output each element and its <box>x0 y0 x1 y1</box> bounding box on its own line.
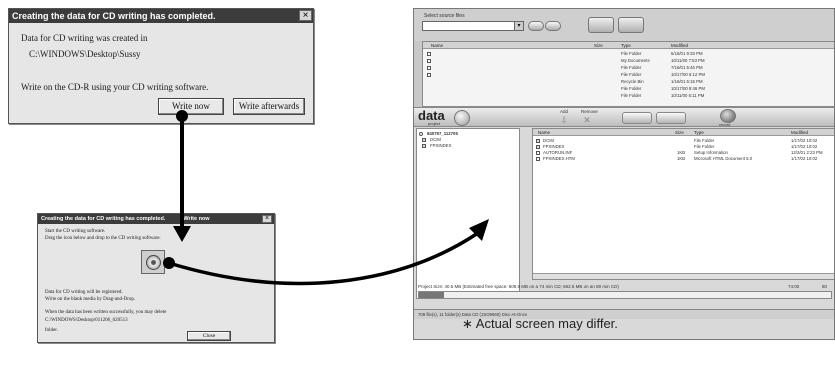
list-item[interactable]: File Folder 10/17/00 6:12 PM <box>423 72 834 77</box>
tree-item-root[interactable]: 840797_112705 <box>419 131 517 136</box>
list-item[interactable]: Recycle Bin 1/16/01 5:15 PM <box>423 79 834 84</box>
left-strip <box>414 41 422 107</box>
data-registered-text: Data for CD writing will be registered. <box>45 290 123 295</box>
write-now-dialog: Creating the data for CD writing has com… <box>37 213 275 343</box>
add-label: Add <box>560 109 569 114</box>
col-modified[interactable]: Modified <box>671 43 688 48</box>
folder-icon <box>536 138 541 143</box>
view-button-2[interactable] <box>618 17 644 33</box>
list-item[interactable]: File Folder 10/17/00 9:46 PM <box>423 86 834 91</box>
file-icon <box>536 150 541 155</box>
source-file-list[interactable]: Name Size Type Modified File Folder 6/16… <box>422 41 834 107</box>
list-item[interactable]: File Folder 7/16/01 5:46 PM <box>423 65 834 70</box>
write-afterwards-button[interactable]: Write afterwards <box>233 98 305 115</box>
close-icon[interactable]: × <box>262 215 272 223</box>
disc-icon <box>454 110 470 126</box>
list-item[interactable]: My Documents 10/11/00 7:53 PM <box>423 58 834 63</box>
project-size-text: Project Size: 40.5 MB (Estimated free sp… <box>418 284 619 289</box>
drag-and-drop-text: Write on the blank media by Drag-and-Dro… <box>45 297 136 302</box>
cd-icon <box>419 131 424 136</box>
delete-info-text: When the data has been written successfu… <box>45 310 167 315</box>
write-now-button[interactable]: Write now <box>158 98 224 115</box>
col-size[interactable]: Size <box>675 130 684 135</box>
folder-icon <box>536 144 541 149</box>
record-label: record <box>719 122 731 127</box>
col-name[interactable]: Name <box>431 43 443 48</box>
project-folder-tree[interactable]: 840797_112705 DCIM FPXINDEX <box>416 128 520 299</box>
delete-path-text: C:\WINDOWS\Desktop\011206_020513 <box>45 318 128 323</box>
screen-disclaimer-note: ∗ Actual screen may differ. <box>462 316 618 331</box>
tree-item-fpxindex[interactable]: FPXINDEX <box>419 143 517 148</box>
timeline-label-74: 74:00 <box>788 284 800 289</box>
source-toolbar: Select source files ▾ <box>414 9 834 41</box>
file-icon <box>536 156 541 161</box>
brand-sub: project <box>428 121 441 126</box>
table-row[interactable]: FPXINDEX File Folder 1/17/02 10:02 <box>533 144 834 149</box>
start-software-text: Start the CD writing software. <box>45 229 106 234</box>
col-modified[interactable]: Modified <box>791 130 808 135</box>
file-icon <box>427 65 432 70</box>
drag-cd-icon[interactable] <box>141 250 165 274</box>
project-toolbar: data project Add Remove ⇩ ✕ record <box>414 107 834 127</box>
capacity-bar <box>418 291 832 299</box>
folder-icon <box>422 137 427 142</box>
list-item[interactable]: File Folder 10/11/00 6:11 PM <box>423 93 834 98</box>
dialog-title: Creating the data for CD writing has com… <box>12 11 216 21</box>
settings-button[interactable] <box>656 112 686 124</box>
dialog-title-tail: Write now <box>183 216 210 222</box>
source-dropdown[interactable]: ▾ <box>422 21 524 31</box>
source-list-header: Name Size Type Modified <box>423 42 834 49</box>
capacity-fill <box>419 292 444 298</box>
remove-label: Remove <box>581 109 598 114</box>
select-source-label: Select source files <box>424 13 465 19</box>
col-name[interactable]: Name <box>538 130 550 135</box>
close-icon[interactable]: × <box>299 10 312 21</box>
created-in-text: Data for CD writing was created in <box>21 33 148 43</box>
properties-button[interactable] <box>622 112 652 124</box>
col-type[interactable]: Type <box>694 130 704 135</box>
timeline-label-80: 80 <box>822 284 828 289</box>
forward-button[interactable] <box>545 21 561 31</box>
close-button[interactable]: Close <box>187 331 231 341</box>
drag-icon-text: Drag the icon below and drop to the CD w… <box>45 236 161 241</box>
table-row[interactable]: AUTORUN.INF 1KB Setup Information 12/2/0… <box>533 150 834 155</box>
remove-button[interactable]: ✕ <box>581 116 593 126</box>
output-path-text: C:\WINDOWS\Desktop\Sussy <box>29 49 141 59</box>
view-button-1[interactable] <box>588 17 614 33</box>
folder-icon <box>422 143 427 148</box>
col-type[interactable]: Type <box>621 43 631 48</box>
table-row[interactable]: FPXINDEX.HTM 1KB Microsoft HTML Document… <box>533 156 834 161</box>
dialog-title-bar: Creating the data for CD writing has com… <box>9 9 313 23</box>
horizontal-scrollbar[interactable] <box>533 273 834 279</box>
cd-data-complete-dialog: Creating the data for CD writing has com… <box>8 8 314 124</box>
col-size[interactable]: Size <box>594 43 603 48</box>
dialog-title-bar: Creating the data for CD writing has com… <box>38 214 274 224</box>
chevron-down-icon: ▾ <box>514 22 523 30</box>
file-icon <box>427 58 432 63</box>
dialog-title: Creating the data for CD writing has com… <box>41 216 166 222</box>
list-item[interactable]: File Folder 6/16/01 9:33 PM <box>423 51 834 56</box>
file-icon <box>427 72 432 77</box>
back-button[interactable] <box>528 21 544 31</box>
table-row[interactable]: DCIM File Folder 1/17/02 10:02 <box>533 138 834 143</box>
cd-disc-icon <box>146 255 161 270</box>
cd-writing-app-window: Select source files ▾ Name Size Type Mod… <box>413 8 835 340</box>
file-icon <box>427 51 432 56</box>
file-list-header: Name Size Type Modified <box>533 129 834 136</box>
folder-text: folder. <box>45 328 58 333</box>
project-file-list[interactable]: Name Size Type Modified DCIM File Folder… <box>532 128 834 280</box>
add-button[interactable]: ⇩ <box>558 116 570 126</box>
record-button[interactable] <box>720 109 736 123</box>
write-instruction-text: Write on the CD-R using your CD writing … <box>21 82 209 92</box>
tree-item-dcim[interactable]: DCIM <box>419 137 517 142</box>
